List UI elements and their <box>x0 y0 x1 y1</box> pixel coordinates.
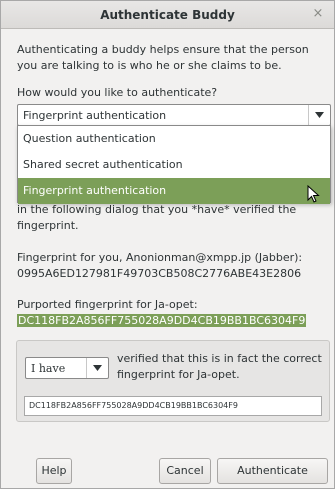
cancel-button[interactable]: Cancel <box>159 458 211 484</box>
verification-selected: I have <box>31 362 66 375</box>
caret-down-icon[interactable] <box>86 358 108 378</box>
auth-method-selected: Fingerprint authentication <box>23 109 167 122</box>
intro-text: Authenticating a buddy helps ensure that… <box>17 43 309 72</box>
verify-panel: I have verified that this is in fact the… <box>16 340 330 422</box>
auth-method-select[interactable]: Fingerprint authentication <box>17 104 331 126</box>
authenticate-buddy-dialog: Authenticate Buddy × Authenticating a bu… <box>0 0 335 489</box>
option-fingerprint-auth[interactable]: Fingerprint authentication <box>18 178 330 204</box>
my-fingerprint-value: 0995A6ED127981F49703CB508C2776ABE43E2806 <box>17 267 302 280</box>
titlebar: Authenticate Buddy × <box>1 1 334 29</box>
window-title: Authenticate Buddy <box>100 8 235 22</box>
fingerprint-entry[interactable]: DC118FB2A856FF755028A9DD4CB19BB1BC6304F9 <box>24 396 322 416</box>
buddy-fingerprint-label: Purported fingerprint for Ja-opet: <box>17 298 198 311</box>
buddy-fingerprint-row: DC118FB2A856FF755028A9DD4CB19BB1BC6304F9 <box>17 313 322 329</box>
caret-down-icon[interactable] <box>308 105 330 125</box>
authenticate-buddy-button[interactable]: Authenticate Buddy <box>217 458 328 489</box>
auth-method-dropdown: Question authentication Shared secret au… <box>17 125 331 204</box>
close-icon[interactable]: × <box>310 6 326 22</box>
method-question-label: How would you like to authenticate? <box>17 86 218 99</box>
my-fingerprint-label: Fingerprint for you, Anonionman@xmpp.jp … <box>17 251 303 264</box>
option-shared-secret-auth[interactable]: Shared secret authentication <box>18 152 330 178</box>
verification-text: verified that this is in fact the correc… <box>117 352 322 381</box>
help-button[interactable]: Help <box>36 458 72 484</box>
option-question-auth[interactable]: Question authentication <box>18 126 330 152</box>
buddy-fingerprint-value: DC118FB2A856FF755028A9DD4CB19BB1BC6304F9 <box>17 314 307 327</box>
verification-select[interactable]: I have <box>25 357 109 379</box>
fingerprint-instructions: in the following dialog that you *have* … <box>17 203 297 232</box>
mouse-pointer-icon <box>307 185 320 203</box>
